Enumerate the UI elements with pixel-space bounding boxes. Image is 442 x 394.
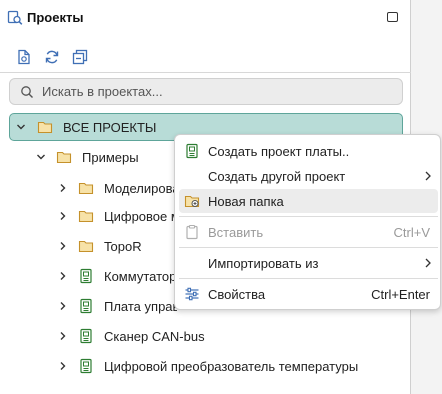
refresh-button[interactable]	[41, 46, 63, 68]
menu-separator	[179, 278, 438, 279]
menu-item-create-other-project[interactable]: Создать другой проект	[179, 164, 438, 188]
folder-icon	[37, 119, 53, 135]
toolbar	[0, 44, 411, 72]
tree-item-label: Коммутатор	[104, 268, 177, 284]
tree-item[interactable]: Сканер CAN-bus	[57, 323, 405, 349]
chevron-right-icon[interactable]	[57, 330, 69, 342]
folder-icon	[78, 180, 94, 196]
search-input[interactable]	[38, 82, 388, 101]
folder-icon	[78, 238, 94, 254]
tree-item[interactable]: Коммутатор	[57, 263, 177, 289]
menu-item-label: Новая папка	[208, 194, 284, 209]
tree-root-label: ВСЕ ПРОЕКТЫ	[63, 119, 157, 135]
chevron-down-icon[interactable]	[35, 151, 47, 163]
board-project-icon	[184, 143, 200, 159]
projects-search-icon	[7, 10, 23, 26]
context-menu: Создать проект платы.. Создать другой пр…	[174, 134, 441, 310]
maximize-button[interactable]	[387, 12, 399, 24]
search-icon	[20, 85, 34, 99]
menu-item-new-folder[interactable]: Новая папка	[179, 189, 438, 213]
menu-item-shortcut: Ctrl+V	[393, 225, 430, 240]
chevron-right-icon[interactable]	[57, 360, 69, 372]
tree-item-label: Плата управления	[104, 298, 177, 314]
menu-item-label: Вставить	[208, 225, 264, 240]
menu-item-label: Создать проект платы..	[208, 144, 350, 159]
chevron-down-icon[interactable]	[15, 121, 27, 133]
chevron-right-icon[interactable]	[57, 240, 69, 252]
menu-item-label: Создать другой проект	[208, 169, 346, 184]
refresh-icon	[45, 50, 59, 64]
board-project-icon	[78, 328, 94, 344]
open-project-button[interactable]	[13, 46, 35, 68]
folder-icon	[78, 208, 94, 224]
clipboard-icon	[184, 224, 200, 240]
tree-item-label: Цифровой преобразователь температуры	[104, 358, 359, 374]
tree-item[interactable]: Моделирование	[57, 175, 177, 201]
search-box[interactable]	[9, 78, 403, 105]
maximize-icon	[387, 12, 398, 22]
board-project-icon	[78, 268, 94, 284]
menu-item-create-board-project[interactable]: Создать проект платы..	[179, 139, 438, 163]
panel-header: Проекты	[0, 0, 411, 38]
tree-item-label: Сканер CAN-bus	[104, 328, 205, 344]
new-folder-icon	[184, 193, 200, 209]
tree-item-label: Примеры	[82, 149, 139, 165]
tree-item[interactable]: Цифровой преобразователь температуры	[57, 353, 405, 379]
menu-item-label: Свойства	[208, 287, 266, 302]
menu-separator	[179, 247, 438, 248]
chevron-right-icon[interactable]	[57, 300, 69, 312]
menu-item-paste[interactable]: Вставить Ctrl+V	[179, 220, 438, 244]
tree-item[interactable]: Плата управления	[57, 293, 177, 319]
toolbar-divider	[0, 72, 411, 73]
submenu-arrow-icon	[423, 257, 433, 269]
menu-item-import-from[interactable]: Импортировать из	[179, 251, 438, 275]
sliders-icon	[184, 286, 200, 302]
folder-icon	[56, 149, 72, 165]
submenu-arrow-icon	[423, 170, 433, 182]
open-project-icon	[18, 49, 30, 65]
tree-item-label: TopoR	[104, 238, 142, 254]
menu-separator	[179, 216, 438, 217]
chevron-right-icon[interactable]	[57, 182, 69, 194]
tree-item[interactable]: Цифровое моделирование	[57, 203, 177, 229]
chevron-right-icon[interactable]	[57, 270, 69, 282]
collapse-all-button[interactable]	[69, 46, 91, 68]
tree-item[interactable]: TopoR	[57, 233, 177, 259]
board-project-icon	[78, 298, 94, 314]
board-project-icon	[78, 358, 94, 374]
collapse-all-icon	[72, 49, 88, 65]
tree-item-label: Моделирование	[104, 180, 177, 196]
menu-item-properties[interactable]: Свойства Ctrl+Enter	[179, 282, 438, 306]
panel-title: Проекты	[27, 10, 84, 25]
menu-item-label: Импортировать из	[208, 256, 319, 271]
tree-item-label: Цифровое моделирование	[104, 208, 177, 224]
chevron-right-icon[interactable]	[57, 210, 69, 222]
menu-item-shortcut: Ctrl+Enter	[371, 287, 430, 302]
